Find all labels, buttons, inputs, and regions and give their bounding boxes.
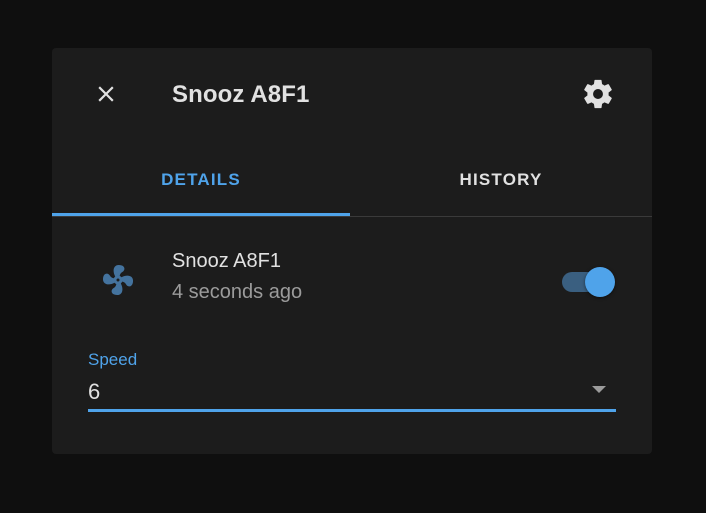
dialog-header: Snooz A8F1	[52, 48, 652, 144]
tab-bar: DETAILS HISTORY	[52, 144, 652, 217]
power-toggle[interactable]	[560, 262, 618, 297]
toggle-knob	[585, 267, 615, 297]
dialog-title: Snooz A8F1	[172, 81, 310, 108]
close-icon	[93, 81, 119, 112]
speed-select[interactable]: Speed 6	[88, 342, 616, 414]
speed-value: 6	[88, 379, 101, 404]
entity-name[interactable]: Snooz A8F1	[172, 250, 281, 273]
speed-label: Speed	[88, 350, 138, 369]
gear-icon	[581, 77, 615, 116]
entity-row: Snooz A8F1 4 seconds ago	[52, 242, 652, 322]
settings-button[interactable]	[574, 72, 622, 120]
more-info-dialog: Snooz A8F1 DETAILS HISTORY Snooz A8F1 4 …	[52, 48, 652, 454]
tab-details[interactable]: DETAILS	[52, 144, 350, 216]
tab-history[interactable]: HISTORY	[352, 144, 650, 216]
active-tab-indicator	[52, 213, 350, 216]
close-button[interactable]	[82, 72, 130, 120]
dropdown-arrow-icon	[592, 386, 606, 393]
entity-last-changed: 4 seconds ago	[172, 281, 303, 303]
speed-select-underline	[88, 409, 616, 412]
fan-icon[interactable]	[98, 260, 138, 300]
